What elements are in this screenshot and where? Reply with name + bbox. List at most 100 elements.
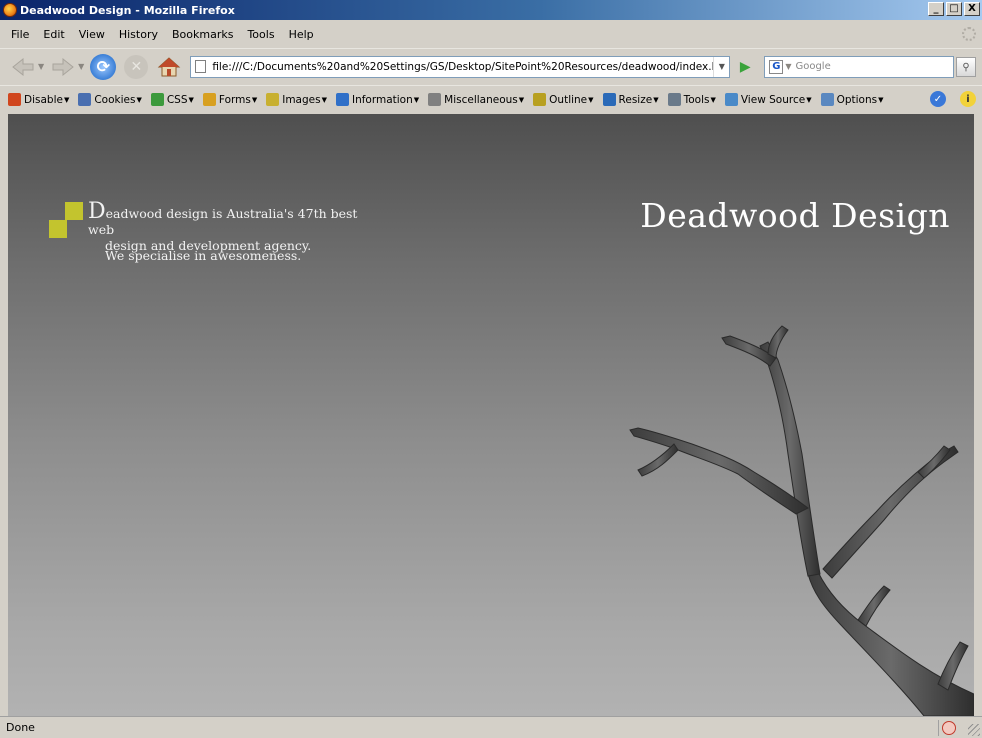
disable-icon: [8, 93, 21, 106]
window-title-bar: Deadwood Design - Mozilla Firefox _ □ X: [0, 0, 982, 20]
devtool-label: Resize: [618, 93, 653, 106]
devtool-label: CSS: [166, 93, 188, 106]
menu-edit[interactable]: Edit: [36, 28, 71, 41]
web-developer-toolbar: Disable ▼ Cookies ▼ CSS ▼ Forms ▼ Images ▼ Informa…: [0, 85, 982, 113]
devtool-tools-menu[interactable]: Tools ▼: [667, 93, 716, 106]
dropdown-caret-icon: ▼: [653, 95, 659, 104]
menu-help[interactable]: Help: [282, 28, 321, 41]
resize-grip[interactable]: [968, 724, 980, 736]
status-smiley-icon: [941, 721, 956, 735]
intro-line-1: eadwood design is Australia's 47th best …: [88, 206, 358, 237]
devtool-css-menu[interactable]: CSS ▼: [150, 93, 194, 106]
css-icon: [150, 93, 164, 106]
forms-icon: [202, 93, 216, 106]
validation-check-icon[interactable]: ✓: [930, 91, 946, 107]
devtool-label: Disable: [24, 93, 63, 106]
back-arrow-icon: [12, 57, 34, 76]
menu-bookmarks[interactable]: Bookmarks: [165, 28, 240, 41]
page-viewport: Deadwood design is Australia's 47th best…: [8, 114, 974, 716]
devtool-label: Options: [836, 93, 878, 106]
minimize-button[interactable]: _: [928, 2, 944, 16]
outline-icon: [533, 93, 547, 106]
reload-icon: ⟳: [96, 57, 111, 76]
devtool-label: Information: [351, 93, 413, 106]
go-arrow-icon: ▶: [739, 58, 751, 75]
devtool-label: Cookies: [94, 93, 136, 106]
logo-square-bottom: [49, 220, 67, 238]
devtool-cookies-menu[interactable]: Cookies ▼: [78, 93, 142, 106]
cookies-icon: [78, 93, 92, 106]
devtool-label: View Source: [740, 93, 806, 106]
info-icon[interactable]: i: [960, 91, 976, 107]
images-icon: [266, 93, 280, 106]
stop-icon: ✕: [130, 58, 143, 75]
magnifier-icon: ⚲: [962, 61, 970, 73]
back-button[interactable]: [10, 54, 36, 80]
view-source-icon: [724, 93, 738, 106]
site-title: Deadwood Design: [640, 196, 950, 235]
reload-button[interactable]: ⟳: [90, 53, 117, 80]
menu-view[interactable]: View: [72, 28, 112, 41]
devtool-label: Miscellaneous: [444, 93, 518, 106]
tools-icon: [667, 93, 681, 106]
dropdown-caret-icon: ▼: [806, 95, 812, 104]
url-bar[interactable]: file:///C:/Documents%20and%20Settings/GS…: [190, 55, 731, 78]
firefox-icon: [3, 3, 17, 17]
dropdown-caret-icon: ▼: [710, 95, 716, 104]
status-indicator[interactable]: [938, 720, 956, 736]
devtool-label: Tools: [683, 93, 710, 106]
information-icon: [335, 93, 349, 106]
dropdown-caret-icon: ▼: [251, 95, 258, 104]
search-button[interactable]: ⚲: [956, 57, 976, 77]
url-text[interactable]: file:///C:/Documents%20and%20Settings/GS…: [212, 61, 713, 73]
devtool-label: Forms: [218, 93, 251, 106]
tagline: We specialise in awesomeness.: [105, 248, 302, 263]
dead-tree-image: [629, 325, 974, 716]
devtool-resize-menu[interactable]: Resize ▼: [602, 93, 659, 106]
devtool-miscellaneous-menu[interactable]: Miscellaneous ▼: [428, 93, 524, 106]
devtool-label: Images: [282, 93, 321, 106]
devtool-label: Outline: [549, 93, 588, 106]
forward-button[interactable]: [50, 54, 76, 80]
devtool-disable-menu[interactable]: Disable ▼: [8, 93, 69, 106]
status-text: Done: [6, 721, 35, 734]
menu-bar: File Edit View History Bookmarks Tools H…: [0, 20, 982, 48]
devtool-forms-menu[interactable]: Forms ▼: [202, 93, 258, 106]
forward-history-dropdown-icon[interactable]: ▼: [78, 62, 84, 71]
resize-icon: [602, 93, 616, 106]
intro-text: Deadwood design is Australia's 47th best…: [88, 201, 378, 254]
close-button[interactable]: X: [964, 2, 980, 16]
go-button[interactable]: ▶: [736, 58, 754, 76]
dropdown-caret-icon: ▼: [588, 95, 594, 104]
status-bar: Done: [0, 716, 982, 738]
dropdown-caret-icon: ▼: [878, 95, 884, 104]
devtool-images-menu[interactable]: Images ▼: [266, 93, 327, 106]
devtool-information-menu[interactable]: Information ▼: [335, 93, 419, 106]
home-button[interactable]: [156, 54, 182, 80]
page-icon: [195, 60, 207, 73]
stop-button[interactable]: ✕: [124, 54, 149, 79]
url-history-dropdown-icon[interactable]: ▼: [713, 56, 729, 77]
dropdown-caret-icon: ▼: [63, 95, 70, 104]
menu-tools[interactable]: Tools: [240, 28, 281, 41]
search-input[interactable]: Google: [791, 61, 830, 72]
dropdown-caret-icon: ▼: [321, 95, 327, 104]
devtool-options-menu[interactable]: Options ▼: [820, 93, 884, 106]
logo-square-top: [65, 202, 83, 220]
maximize-button[interactable]: □: [946, 2, 962, 16]
devbar-status-icons: ✓ i: [930, 91, 976, 107]
navigation-toolbar: ▼ ▼ ⟳ ✕ file:///C:/Documents%20and%20Set…: [0, 48, 982, 84]
menu-history[interactable]: History: [112, 28, 165, 41]
options-icon: [820, 93, 834, 106]
logo-squares: [49, 202, 89, 242]
throbber-icon: [962, 27, 976, 41]
miscellaneous-icon: [428, 93, 442, 106]
devtool-view-source-menu[interactable]: View Source ▼: [724, 93, 812, 106]
menu-file[interactable]: File: [4, 28, 36, 41]
search-box[interactable]: G ▼ Google: [764, 55, 955, 78]
dropdown-caret-icon: ▼: [518, 95, 525, 104]
search-engine-icon[interactable]: G: [769, 59, 784, 74]
home-icon: [158, 56, 181, 76]
devtool-outline-menu[interactable]: Outline ▼: [533, 93, 594, 106]
back-history-dropdown-icon[interactable]: ▼: [38, 62, 44, 71]
